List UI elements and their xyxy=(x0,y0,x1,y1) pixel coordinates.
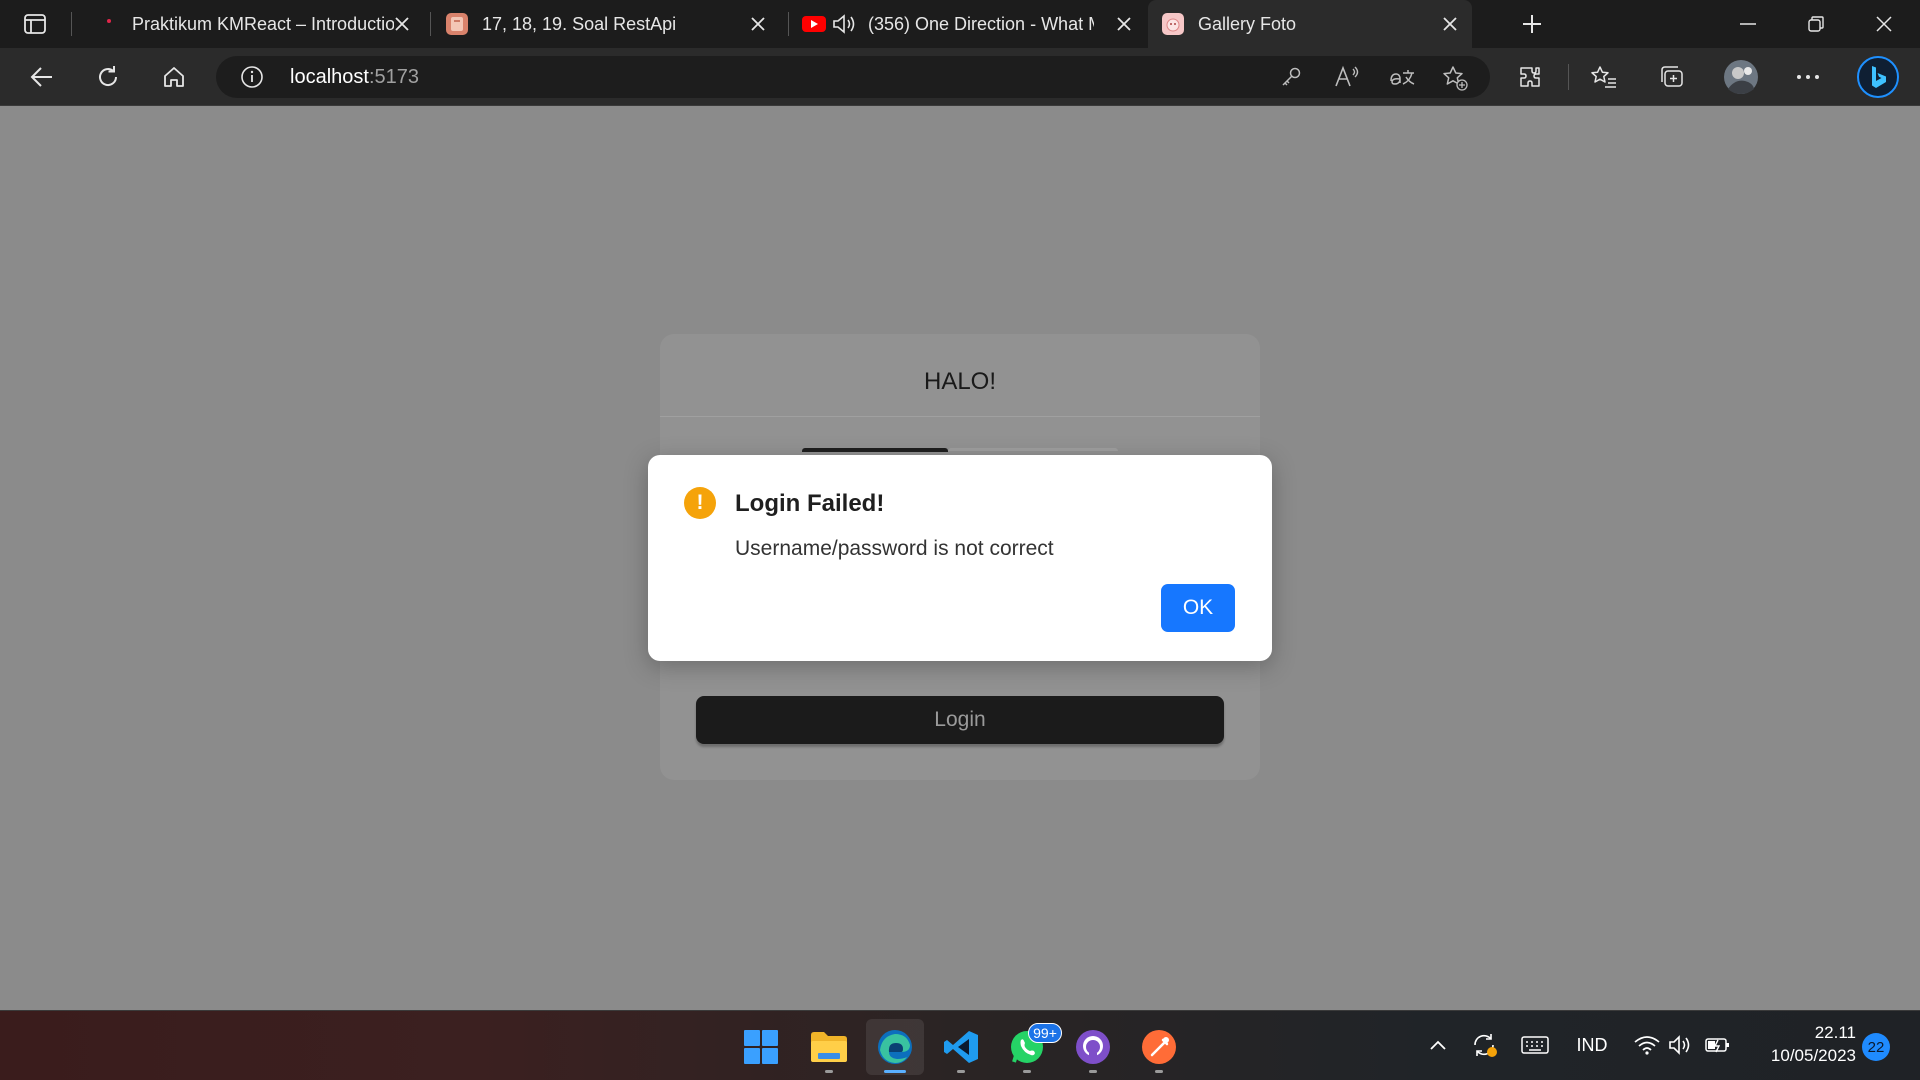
card-divider xyxy=(660,416,1260,417)
card-title: HALO! xyxy=(923,368,997,395)
refresh-icon[interactable] xyxy=(90,61,126,93)
show-hidden-icons-chevron-icon[interactable] xyxy=(1428,1033,1448,1057)
running-indicator xyxy=(1089,1070,1097,1073)
battery-charging-icon[interactable] xyxy=(1702,1033,1732,1057)
home-icon[interactable] xyxy=(156,61,192,93)
tab-separator xyxy=(430,12,431,36)
more-options-icon[interactable] xyxy=(1790,61,1826,93)
github-desktop-icon[interactable] xyxy=(1064,1019,1122,1075)
file-explorer-icon[interactable] xyxy=(800,1019,858,1075)
running-indicator xyxy=(825,1070,833,1073)
whatsapp-icon[interactable]: 99+ xyxy=(998,1019,1062,1075)
url-host: localhost xyxy=(290,66,369,88)
read-aloud-icon[interactable] xyxy=(1334,65,1360,95)
running-indicator xyxy=(957,1070,965,1073)
notebook-favicon-icon xyxy=(446,13,468,35)
minimize-window-icon[interactable] xyxy=(1714,0,1782,48)
postman-icon[interactable] xyxy=(1130,1019,1188,1075)
site-info-icon[interactable] xyxy=(240,65,264,94)
youtube-favicon-icon xyxy=(802,16,826,32)
touch-keyboard-icon[interactable] xyxy=(1518,1033,1552,1057)
tab-separator xyxy=(788,12,789,36)
tab-actions-menu-icon[interactable] xyxy=(16,10,54,38)
tab-gallery-foto[interactable]: Gallery Foto xyxy=(1148,0,1472,48)
tab-separator xyxy=(71,12,72,36)
speaker-audio-icon[interactable] xyxy=(832,13,858,35)
running-indicator xyxy=(1155,1070,1163,1073)
browser-tab-bar: Praktikum KMReact – Introductio 17, 18, … xyxy=(0,0,1920,48)
login-button[interactable]: Login xyxy=(696,696,1224,744)
key-password-icon[interactable] xyxy=(1280,66,1302,93)
url-port: :5173 xyxy=(368,66,419,88)
toolbar-separator xyxy=(1568,64,1569,90)
volume-icon[interactable] xyxy=(1666,1033,1694,1057)
running-indicator xyxy=(884,1070,906,1073)
tab-soal-restapi[interactable]: 17, 18, 19. Soal RestApi xyxy=(436,0,780,48)
login-failed-dialog: ! Login Failed! Username/password is not… xyxy=(648,455,1272,661)
vscode-icon[interactable] xyxy=(932,1019,990,1075)
address-bar[interactable]: localhost:5173 xyxy=(216,56,1490,98)
sync-status-icon[interactable] xyxy=(1470,1033,1500,1057)
extensions-icon[interactable] xyxy=(1512,61,1548,93)
windows-taskbar: 99+ IND 22.11 10/05/2023 22 xyxy=(0,1010,1920,1080)
react-favicon-icon xyxy=(98,13,120,35)
active-tab-indicator xyxy=(802,448,948,452)
collections-icon[interactable] xyxy=(1654,61,1690,93)
notification-badge: 99+ xyxy=(1028,1023,1062,1043)
start-menu-icon[interactable] xyxy=(732,1019,790,1075)
inactive-tab-indicator xyxy=(948,448,1118,451)
edge-browser-icon[interactable] xyxy=(866,1019,924,1075)
running-indicator xyxy=(1023,1070,1031,1073)
tab-praktikum[interactable]: Praktikum KMReact – Introductio xyxy=(84,0,424,48)
close-tab-icon[interactable] xyxy=(1114,14,1134,34)
tab-youtube[interactable]: (356) One Direction - What M xyxy=(794,0,1146,48)
add-favorite-icon[interactable] xyxy=(1442,65,1468,96)
tab-title: Gallery Foto xyxy=(1198,13,1297,34)
dialog-message: Username/password is not correct xyxy=(735,537,1054,560)
notification-center-badge[interactable]: 22 xyxy=(1862,1033,1890,1061)
clock-date: 10/05/2023 xyxy=(1770,1046,1856,1065)
favorites-icon[interactable] xyxy=(1586,61,1622,93)
browser-toolbar: localhost:5173 xyxy=(0,48,1920,106)
translate-icon[interactable] xyxy=(1388,65,1416,94)
back-arrow-icon[interactable] xyxy=(24,61,60,93)
system-clock[interactable]: 22.11 10/05/2023 xyxy=(1752,1021,1856,1067)
tab-title: 17, 18, 19. Soal RestApi xyxy=(482,13,677,34)
profile-avatar[interactable] xyxy=(1722,58,1760,96)
bing-copilot-icon[interactable] xyxy=(1856,55,1900,99)
tab-title: (356) One Direction - What M xyxy=(868,13,1094,34)
wifi-icon[interactable] xyxy=(1632,1033,1662,1057)
tab-title: Praktikum KMReact – Introductio xyxy=(132,13,394,34)
close-tab-icon[interactable] xyxy=(748,14,768,34)
warning-icon: ! xyxy=(684,487,716,519)
input-language-indicator[interactable]: IND xyxy=(1570,1033,1614,1057)
close-window-icon[interactable] xyxy=(1850,0,1918,48)
close-tab-icon[interactable] xyxy=(392,14,412,34)
gallery-favicon-icon xyxy=(1162,13,1184,35)
close-tab-icon[interactable] xyxy=(1440,14,1460,34)
clock-time: 22.11 xyxy=(1814,1023,1856,1042)
new-tab-icon[interactable] xyxy=(1514,8,1550,40)
ok-button[interactable]: OK xyxy=(1161,584,1235,632)
url-text[interactable]: localhost:5173 xyxy=(290,66,419,89)
dialog-title: Login Failed! xyxy=(735,490,885,517)
restore-window-icon[interactable] xyxy=(1782,0,1850,48)
